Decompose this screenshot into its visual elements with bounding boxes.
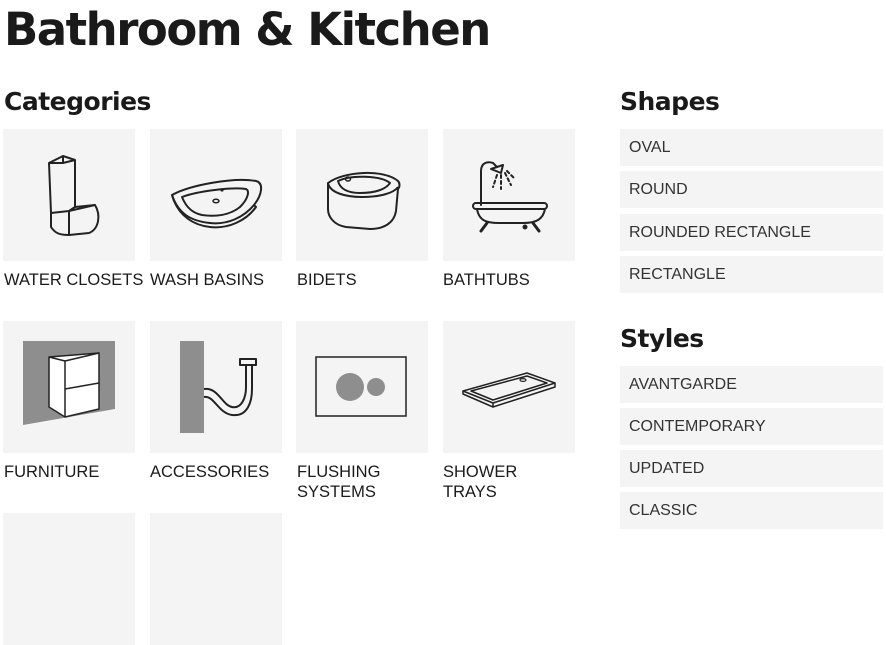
accessories-pipe-icon: [180, 341, 257, 433]
shape-filter-round[interactable]: ROUND: [620, 171, 883, 208]
shape-filter-rectangle[interactable]: RECTANGLE: [620, 256, 883, 293]
wash-basin-icon: [171, 178, 262, 229]
category-tile-partial[interactable]: [150, 513, 282, 645]
category-tile-bathtubs[interactable]: [443, 129, 575, 261]
bathtub-icon: [472, 161, 548, 233]
style-filter-updated[interactable]: UPDATED: [620, 450, 883, 487]
style-filter-avantgarde[interactable]: AVANTGARDE: [620, 366, 883, 403]
shape-filter-oval[interactable]: OVAL: [620, 129, 883, 166]
shower-tray-icon: [462, 372, 556, 408]
category-label-accessories[interactable]: ACCESSORIES: [150, 462, 290, 482]
categories-heading: Categories: [4, 87, 151, 116]
shape-filter-rounded-rectangle[interactable]: ROUNDED RECTANGLE: [620, 214, 883, 251]
category-label-shower-trays[interactable]: SHOWER TRAYS: [443, 462, 533, 502]
category-tile-flushing-systems[interactable]: [296, 321, 428, 453]
styles-heading: Styles: [620, 324, 704, 353]
category-tile-accessories[interactable]: [150, 321, 282, 453]
category-label-furniture[interactable]: FURNITURE: [4, 462, 144, 482]
bidet-icon: [327, 171, 401, 230]
category-label-water-closets[interactable]: WATER CLOSETS: [4, 270, 144, 290]
category-label-bidets[interactable]: BIDETS: [297, 270, 437, 290]
flush-plate-icon: [315, 356, 407, 417]
category-tile-furniture[interactable]: [3, 321, 135, 453]
category-tile-partial[interactable]: [3, 513, 135, 645]
furniture-cabinet-icon: [23, 341, 115, 425]
style-filter-contemporary[interactable]: CONTEMPORARY: [620, 408, 883, 445]
category-tile-wash-basins[interactable]: [150, 129, 282, 261]
category-tile-bidets[interactable]: [296, 129, 428, 261]
category-label-flushing-systems[interactable]: FLUSHING SYSTEMS: [297, 462, 407, 502]
shapes-heading: Shapes: [620, 87, 720, 116]
category-tile-shower-trays[interactable]: [443, 321, 575, 453]
category-label-bathtubs[interactable]: BATHTUBS: [443, 270, 583, 290]
water-closet-icon: [48, 155, 100, 236]
category-tile-water-closets[interactable]: [3, 129, 135, 261]
category-label-wash-basins[interactable]: WASH BASINS: [150, 270, 290, 290]
page-title: Bathroom & Kitchen: [4, 3, 491, 56]
style-filter-classic[interactable]: CLASSIC: [620, 492, 883, 529]
